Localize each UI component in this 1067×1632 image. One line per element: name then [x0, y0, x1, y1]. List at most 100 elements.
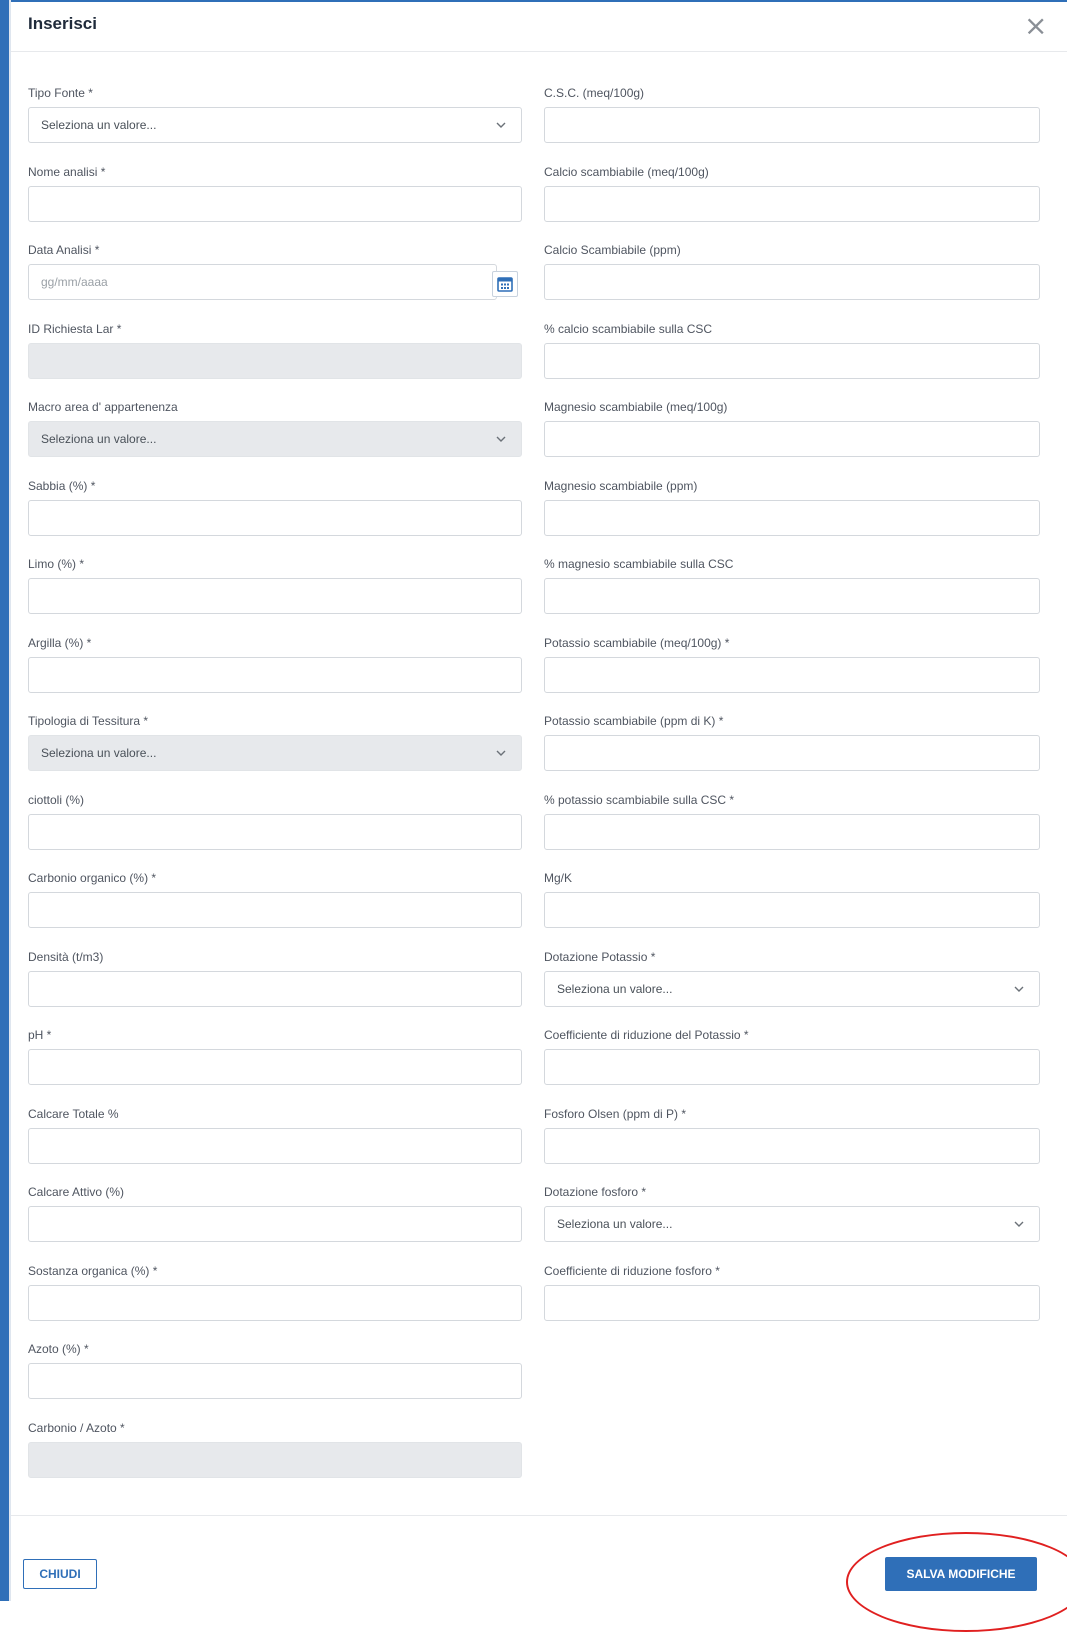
field-label: Dotazione Potassio *	[544, 950, 656, 964]
close-button[interactable]: CHIUDI	[23, 1559, 97, 1589]
text-input[interactable]	[28, 1128, 522, 1164]
highlight-annotation	[846, 1532, 1067, 1632]
field-label: Nome analisi *	[28, 165, 106, 179]
select-dropdown[interactable]: Seleziona un valore...	[28, 107, 522, 143]
text-input[interactable]	[28, 186, 522, 222]
select-dropdown[interactable]: Seleziona un valore...	[544, 971, 1040, 1007]
dialog-left-border	[0, 0, 9, 1601]
text-input[interactable]	[28, 1206, 522, 1242]
text-input[interactable]	[28, 814, 522, 850]
text-input[interactable]	[544, 814, 1040, 850]
field-label: Calcio Scambiabile (ppm)	[544, 243, 681, 257]
left-field-6: Limo (%) *	[28, 557, 522, 614]
text-input[interactable]	[544, 343, 1040, 379]
field-label: Azoto (%) *	[28, 1342, 89, 1356]
left-field-12: pH *	[28, 1028, 522, 1085]
text-input[interactable]	[28, 971, 522, 1007]
dialog-left-shadow	[9, 0, 11, 1601]
select-value: Seleziona un valore...	[41, 746, 157, 760]
select-dropdown: Seleziona un valore...	[28, 735, 522, 771]
field-label: pH *	[28, 1028, 52, 1042]
field-label: Tipo Fonte *	[28, 86, 93, 100]
left-field-16: Azoto (%) *	[28, 1342, 522, 1399]
field-label: Tipologia di Tessitura *	[28, 714, 149, 728]
field-label: Calcare Attivo (%)	[28, 1185, 125, 1199]
field-label: % magnesio scambiabile sulla CSC	[544, 557, 734, 571]
text-input[interactable]	[544, 1049, 1040, 1085]
text-input[interactable]	[28, 657, 522, 693]
right-field-10: Mg/K	[544, 871, 1040, 928]
left-field-9: ciottoli (%)	[28, 793, 522, 850]
left-field-0: Tipo Fonte * Seleziona un valore...	[28, 86, 522, 143]
left-field-14: Calcare Attivo (%)	[28, 1185, 522, 1242]
text-input[interactable]	[544, 735, 1040, 771]
text-input[interactable]	[544, 657, 1040, 693]
select-value: Seleziona un valore...	[41, 432, 157, 446]
field-label: Potassio scambiabile (ppm di K) *	[544, 714, 724, 728]
text-input[interactable]	[28, 578, 522, 614]
field-label: Coefficiente di riduzione fosforo *	[544, 1264, 720, 1278]
right-field-4: Magnesio scambiabile (meq/100g)	[544, 400, 1040, 457]
field-label: C.S.C. (meq/100g)	[544, 86, 645, 100]
left-field-11: Densità (t/m3)	[28, 950, 522, 1007]
field-label: Argilla (%) *	[28, 636, 92, 650]
chevron-down-icon	[1013, 1217, 1025, 1229]
right-field-3: % calcio scambiabile sulla CSC	[544, 322, 1040, 379]
select-dropdown: Seleziona un valore...	[28, 421, 522, 457]
field-label: % potassio scambiabile sulla CSC *	[544, 793, 735, 807]
text-input[interactable]	[28, 1363, 522, 1399]
field-label: Data Analisi *	[28, 243, 100, 257]
text-input[interactable]	[544, 264, 1040, 300]
date-input[interactable]: gg/mm/aaaa	[28, 264, 497, 300]
left-field-7: Argilla (%) *	[28, 636, 522, 693]
left-field-3: ID Richiesta Lar *	[28, 322, 522, 379]
left-field-15: Sostanza organica (%) *	[28, 1264, 522, 1321]
text-input[interactable]	[28, 500, 522, 536]
left-field-17: Carbonio / Azoto *	[28, 1421, 522, 1478]
field-label: Dotazione fosforo *	[544, 1185, 647, 1199]
text-input	[28, 1442, 522, 1478]
field-label: Carbonio / Azoto *	[28, 1421, 125, 1435]
text-input[interactable]	[544, 892, 1040, 928]
text-input[interactable]	[544, 186, 1040, 222]
field-label: % calcio scambiabile sulla CSC	[544, 322, 713, 336]
header-divider	[11, 51, 1067, 52]
field-label: Mg/K	[544, 871, 573, 885]
field-label: Potassio scambiabile (meq/100g) *	[544, 636, 730, 650]
left-field-13: Calcare Totale %	[28, 1107, 522, 1164]
left-field-5: Sabbia (%) *	[28, 479, 522, 536]
select-dropdown[interactable]: Seleziona un valore...	[544, 1206, 1040, 1242]
field-label: ciottoli (%)	[28, 793, 85, 807]
right-field-2: Calcio Scambiabile (ppm)	[544, 243, 1040, 300]
field-label: Coefficiente di riduzione del Potassio *	[544, 1028, 749, 1042]
dialog-title: Inserisci	[28, 14, 97, 33]
right-field-14: Dotazione fosforo * Seleziona un valore..…	[544, 1185, 1040, 1242]
right-field-13: Fosforo Olsen (ppm di P) *	[544, 1107, 1040, 1164]
calendar-icon[interactable]	[492, 271, 518, 297]
text-input[interactable]	[28, 1285, 522, 1321]
field-label: Carbonio organico (%) *	[28, 871, 157, 885]
text-input[interactable]	[544, 1285, 1040, 1321]
close-icon[interactable]: ×	[1024, 12, 1047, 40]
text-input[interactable]	[544, 500, 1040, 536]
field-label: Sostanza organica (%) *	[28, 1264, 158, 1278]
field-label: Magnesio scambiabile (meq/100g)	[544, 400, 728, 414]
right-field-5: Magnesio scambiabile (ppm)	[544, 479, 1040, 536]
field-label: Calcio scambiabile (meq/100g)	[544, 165, 709, 179]
right-field-0: C.S.C. (meq/100g)	[544, 86, 1040, 143]
text-input[interactable]	[28, 892, 522, 928]
right-field-8: Potassio scambiabile (ppm di K) *	[544, 714, 1040, 771]
field-label: Sabbia (%) *	[28, 479, 96, 493]
chevron-down-icon	[495, 432, 507, 444]
text-input[interactable]	[544, 578, 1040, 614]
date-placeholder: gg/mm/aaaa	[41, 275, 108, 289]
chevron-down-icon	[495, 746, 507, 758]
field-label: Limo (%) *	[28, 557, 85, 571]
field-label: Densità (t/m3)	[28, 950, 104, 964]
right-field-1: Calcio scambiabile (meq/100g)	[544, 165, 1040, 222]
text-input[interactable]	[544, 421, 1040, 457]
right-field-15: Coefficiente di riduzione fosforo *	[544, 1264, 1040, 1321]
text-input[interactable]	[544, 1128, 1040, 1164]
text-input[interactable]	[544, 107, 1040, 143]
text-input[interactable]	[28, 1049, 522, 1085]
